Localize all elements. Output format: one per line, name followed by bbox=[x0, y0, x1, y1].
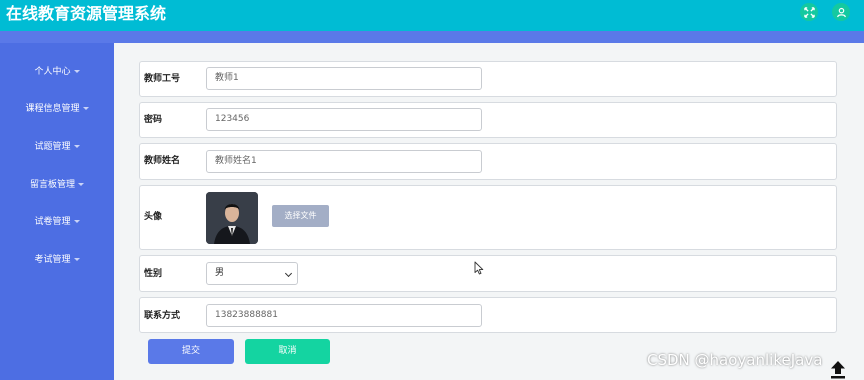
password-label: 密码 bbox=[144, 115, 163, 125]
chevron-down-icon bbox=[73, 220, 80, 223]
chevron-down-icon bbox=[73, 258, 80, 261]
sidebar-item-label: 课程信息管理 bbox=[25, 104, 80, 114]
contact-label: 联系方式 bbox=[144, 311, 181, 321]
sidebar-item-label: 个人中心 bbox=[34, 67, 71, 77]
chevron-down-icon bbox=[78, 183, 84, 186]
submit-button[interactable]: 提交 bbox=[148, 339, 234, 364]
sidebar-item-label: 试卷管理 bbox=[34, 217, 71, 227]
teacher-name-label: 教师姓名 bbox=[144, 156, 181, 166]
cancel-button[interactable]: 取消 bbox=[245, 339, 330, 364]
sidebar-item-course-info[interactable]: 课程信息管理 bbox=[0, 103, 114, 115]
sidebar-item-exam-mgmt[interactable]: 考试管理 bbox=[0, 254, 114, 266]
sidebar-item-label: 留言板管理 bbox=[29, 180, 75, 190]
watermark-text: CSDN @haoyanlikeJava bbox=[647, 351, 823, 369]
teacher-id-label: 教师工号 bbox=[144, 74, 181, 84]
gender-select[interactable]: 男 bbox=[206, 262, 298, 285]
teacher-id-input[interactable]: 教师1 bbox=[206, 67, 482, 90]
sidebar-item-personal-center[interactable]: 个人中心 bbox=[0, 66, 114, 78]
contact-input[interactable]: 13823888881 bbox=[206, 304, 482, 327]
app-title: 在线教育资源管理系统 bbox=[6, 4, 167, 23]
gender-label: 性别 bbox=[144, 269, 163, 279]
chevron-down-icon bbox=[73, 70, 80, 73]
avatar-image bbox=[206, 192, 258, 244]
sidebar-item-label: 考试管理 bbox=[34, 255, 71, 265]
password-input[interactable]: 123456 bbox=[206, 108, 482, 131]
sidebar-item-paper-mgmt[interactable]: 试卷管理 bbox=[0, 216, 114, 228]
avatar-label: 头像 bbox=[144, 212, 163, 222]
chevron-down-icon bbox=[73, 145, 80, 148]
mouse-cursor-icon bbox=[474, 261, 484, 275]
choose-file-button[interactable]: 选择文件 bbox=[272, 205, 329, 227]
fullscreen-icon[interactable] bbox=[800, 3, 818, 21]
gender-selected-value: 男 bbox=[215, 268, 225, 278]
sidebar-item-label: 试题管理 bbox=[34, 142, 71, 152]
sidebar bbox=[0, 43, 114, 380]
sidebar-item-question-mgmt[interactable]: 试题管理 bbox=[0, 141, 114, 153]
sidebar-item-message-board[interactable]: 留言板管理 bbox=[0, 179, 114, 191]
header-sub-bar bbox=[0, 31, 864, 43]
user-icon[interactable] bbox=[832, 3, 850, 21]
teacher-name-input[interactable]: 教师姓名1 bbox=[206, 150, 482, 173]
chevron-down-icon bbox=[82, 107, 89, 110]
upload-icon[interactable] bbox=[829, 359, 847, 379]
chevron-down-icon bbox=[284, 269, 293, 278]
